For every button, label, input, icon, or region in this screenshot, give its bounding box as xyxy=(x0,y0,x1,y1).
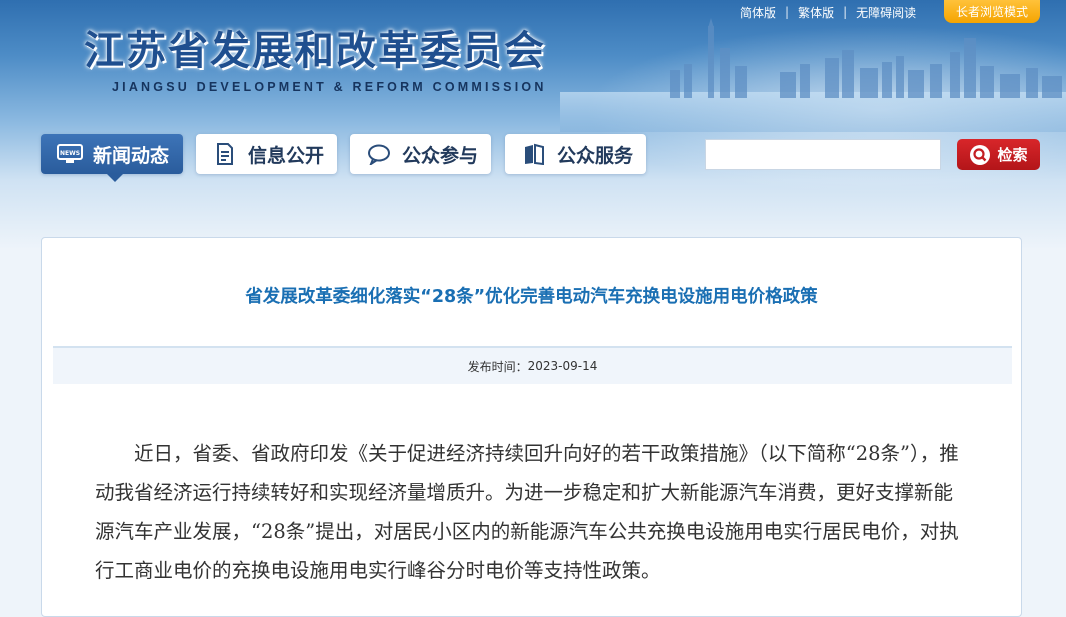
nav-item-participation[interactable]: 公众参与 xyxy=(350,134,491,174)
article-card: 省发展改革委细化落实“28条”优化完善电动汽车充换电设施用电价格政策 发布时间：… xyxy=(41,237,1022,617)
search-icon xyxy=(969,144,991,166)
publish-label: 发布时间： xyxy=(467,359,528,374)
news-icon: NEWS xyxy=(57,143,83,165)
traditional-chinese-link[interactable]: 繁体版 xyxy=(798,4,834,21)
search-input[interactable] xyxy=(705,139,941,170)
publish-meta: 发布时间： 2023-09-14 xyxy=(53,346,1012,384)
simplified-chinese-link[interactable]: 简体版 xyxy=(740,4,776,21)
article-body: 近日，省委、省政府印发《关于促进经济持续回升向好的若干政策措施》（以下简称“28… xyxy=(95,442,959,582)
nav-item-info[interactable]: 信息公开 xyxy=(196,134,337,174)
nav-item-services[interactable]: 公众服务 xyxy=(505,134,646,174)
publish-date: 2023-09-14 xyxy=(527,359,598,373)
elder-mode-button[interactable]: 长者浏览模式 xyxy=(944,0,1040,23)
nav-item-news[interactable]: NEWS 新闻动态 xyxy=(41,134,183,182)
accessibility-link[interactable]: 无障碍阅读 xyxy=(856,4,916,21)
divider: | xyxy=(785,5,790,19)
search-button-label: 检索 xyxy=(997,146,1028,164)
divider: | xyxy=(843,5,848,19)
nav-item-label: 公众服务 xyxy=(557,144,634,167)
search-button[interactable]: 检索 xyxy=(957,139,1040,170)
nav-item-label: 公众参与 xyxy=(402,144,479,167)
site-subtitle: JIANGSU DEVELOPMENT & REFORM COMMISSION xyxy=(112,80,547,94)
nav-item-label: 新闻动态 xyxy=(93,144,170,167)
document-icon xyxy=(212,143,238,165)
svg-text:NEWS: NEWS xyxy=(60,150,80,157)
river-reflection xyxy=(560,92,1066,132)
nav-item-label: 信息公开 xyxy=(248,144,325,167)
book-icon xyxy=(521,143,547,165)
city-skyline-image xyxy=(670,18,1062,98)
header-banner: 江苏省发展和改革委员会 JIANGSU DEVELOPMENT & REFORM… xyxy=(0,0,1066,250)
chat-icon xyxy=(366,143,392,165)
article-title: 省发展改革委细化落实“28条”优化完善电动汽车充换电设施用电价格政策 xyxy=(245,287,818,307)
top-links: 简体版 | 繁体版 | 无障碍阅读 xyxy=(740,2,916,22)
site-title: 江苏省发展和改革委员会 xyxy=(84,28,546,74)
